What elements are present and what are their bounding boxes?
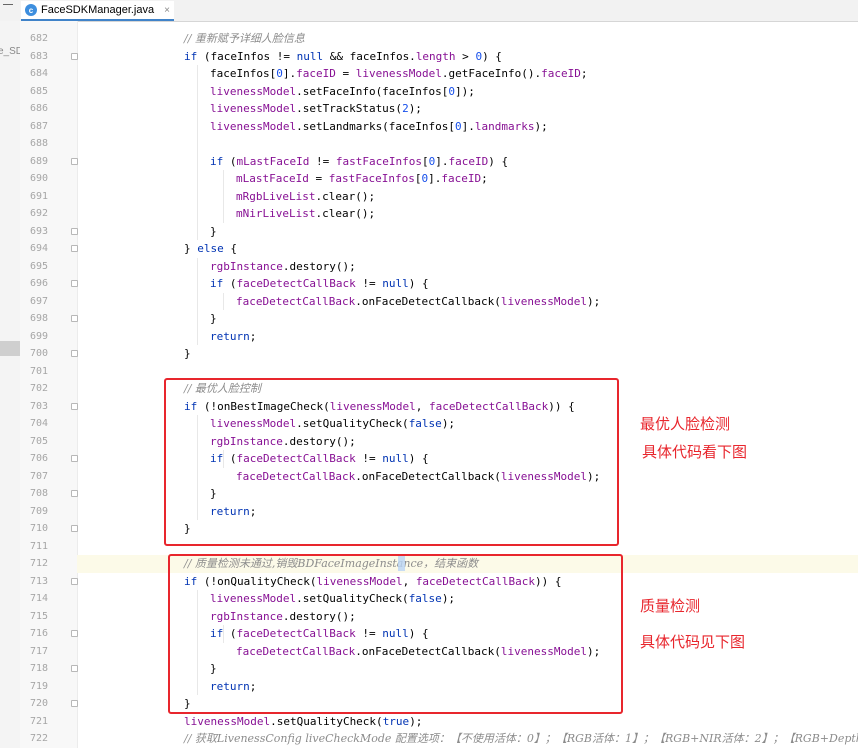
line-number: 699 — [29, 330, 48, 342]
line-number: 691 — [29, 190, 48, 202]
line-number: 684 — [29, 68, 48, 79]
tabs-menu-icon[interactable] — [3, 4, 13, 5]
code-line[interactable]: } else { — [184, 240, 237, 258]
line-number: 692 — [29, 208, 48, 219]
line-number: 695 — [29, 260, 48, 272]
code-line[interactable]: rgbInstance.destory(); — [210, 258, 356, 276]
tab-facesdkmanager[interactable]: c FaceSDKManager.java × — [21, 1, 174, 21]
line-number: 722 — [29, 733, 48, 744]
code-line[interactable]: mRgbLiveList.clear(); — [236, 188, 375, 206]
line-number: 704 — [29, 418, 48, 429]
line-number: 713 — [29, 575, 48, 587]
quality-annotation-sub: 具体代码见下图 — [640, 633, 746, 651]
code-line[interactable]: livenessModel.setLandmarks(faceInfos[0].… — [210, 118, 548, 136]
quality-check-highlight-box — [168, 554, 623, 714]
code-line[interactable]: if (faceDetectCallBack != null) { — [210, 275, 429, 293]
fold-marker-icon[interactable] — [71, 525, 78, 532]
line-number: 721 — [29, 715, 48, 727]
editor-tab-bar: c FaceSDKManager.java × — [0, 0, 858, 22]
fold-marker-icon[interactable] — [71, 157, 78, 165]
code-line[interactable]: return; — [210, 328, 256, 346]
code-line[interactable]: } — [210, 223, 217, 241]
line-number: 682 — [29, 33, 48, 44]
line-number: 690 — [29, 173, 48, 184]
line-number: 712 — [29, 558, 48, 569]
line-number: 693 — [29, 225, 48, 237]
line-number: 688 — [29, 138, 48, 149]
fold-marker-icon[interactable] — [71, 245, 78, 252]
fold-marker-icon[interactable] — [71, 227, 78, 235]
line-number: 710 — [29, 523, 48, 534]
line-number: 694 — [29, 243, 48, 254]
fold-marker-icon[interactable] — [71, 315, 78, 322]
code-line[interactable]: livenessModel.setFaceInfo(faceInfos[0]); — [210, 83, 475, 101]
line-number: 700 — [29, 348, 48, 359]
fold-marker-icon[interactable] — [71, 490, 78, 497]
line-number: 708 — [29, 488, 48, 499]
fold-marker-icon[interactable] — [71, 665, 78, 672]
fold-marker-icon[interactable] — [71, 700, 78, 707]
indent-guide — [197, 65, 198, 240]
code-line[interactable]: } — [210, 310, 217, 328]
fold-marker-icon[interactable] — [71, 630, 78, 637]
best-face-highlight-box — [164, 378, 619, 546]
best-face-annotation-title: 最优人脸检测 — [640, 415, 731, 433]
indent-guide — [223, 292, 224, 310]
fold-marker-icon[interactable] — [71, 577, 78, 585]
fold-marker-icon[interactable] — [71, 52, 78, 60]
line-number: 717 — [29, 645, 48, 657]
line-number: 696 — [29, 278, 48, 289]
line-number: 705 — [29, 435, 48, 447]
code-line[interactable]: // 重新赋予详细人脸信息 — [184, 30, 305, 48]
indent-guide — [223, 170, 224, 223]
line-number: 709 — [29, 505, 48, 517]
fold-marker-icon[interactable] — [71, 402, 78, 410]
line-number: 689 — [29, 155, 48, 167]
line-number: 685 — [29, 85, 48, 97]
best-face-annotation-sub: 具体代码看下图 — [642, 443, 748, 461]
line-number: 714 — [29, 593, 48, 604]
scroll-marker — [0, 341, 20, 356]
code-line[interactable]: if (mLastFaceId != fastFaceInfos[0].face… — [210, 153, 508, 171]
code-line[interactable]: mNirLiveList.clear(); — [236, 205, 375, 223]
fold-marker-icon[interactable] — [71, 455, 78, 462]
line-number: 687 — [29, 120, 48, 132]
line-number: 719 — [29, 680, 48, 692]
line-number: 706 — [29, 453, 48, 464]
code-line[interactable]: } — [184, 345, 191, 363]
line-number: 720 — [29, 698, 48, 709]
code-line[interactable]: livenessModel.setTrackStatus(2); — [210, 100, 422, 118]
project-panel-strip[interactable]: e_SD — [0, 21, 23, 748]
line-number: 707 — [29, 470, 48, 482]
line-number: 697 — [29, 295, 48, 307]
line-number: 683 — [29, 50, 48, 62]
code-line[interactable]: mLastFaceId = fastFaceInfos[0].faceID; — [236, 170, 488, 188]
indent-guide — [197, 257, 198, 345]
quality-annotation-title: 质量检测 — [640, 597, 701, 615]
code-line[interactable]: livenessModel.setQualityCheck(true); — [184, 713, 422, 731]
line-number: 702 — [29, 383, 48, 394]
line-number: 718 — [29, 663, 48, 674]
line-number: 703 — [29, 400, 48, 412]
code-line[interactable]: faceDetectCallBack.onFaceDetectCallback(… — [236, 293, 600, 311]
fold-marker-icon[interactable] — [71, 350, 78, 357]
line-number: 716 — [29, 628, 48, 639]
line-number: 701 — [29, 365, 48, 377]
line-number: 686 — [29, 103, 48, 114]
code-line[interactable]: // 获取LivenessConfig liveCheckMode 配置选项：【… — [184, 730, 858, 748]
code-line[interactable]: faceInfos[0].faceID = livenessModel.getF… — [210, 65, 588, 83]
fold-marker-icon[interactable] — [71, 280, 78, 287]
java-class-icon: c — [25, 4, 37, 16]
line-number: 698 — [29, 313, 48, 324]
close-icon[interactable]: × — [164, 5, 170, 16]
tab-label: FaceSDKManager.java — [41, 4, 155, 16]
line-number: 711 — [29, 540, 48, 552]
line-number: 715 — [29, 610, 48, 622]
code-line[interactable]: if (faceInfos != null && faceInfos.lengt… — [184, 48, 502, 66]
